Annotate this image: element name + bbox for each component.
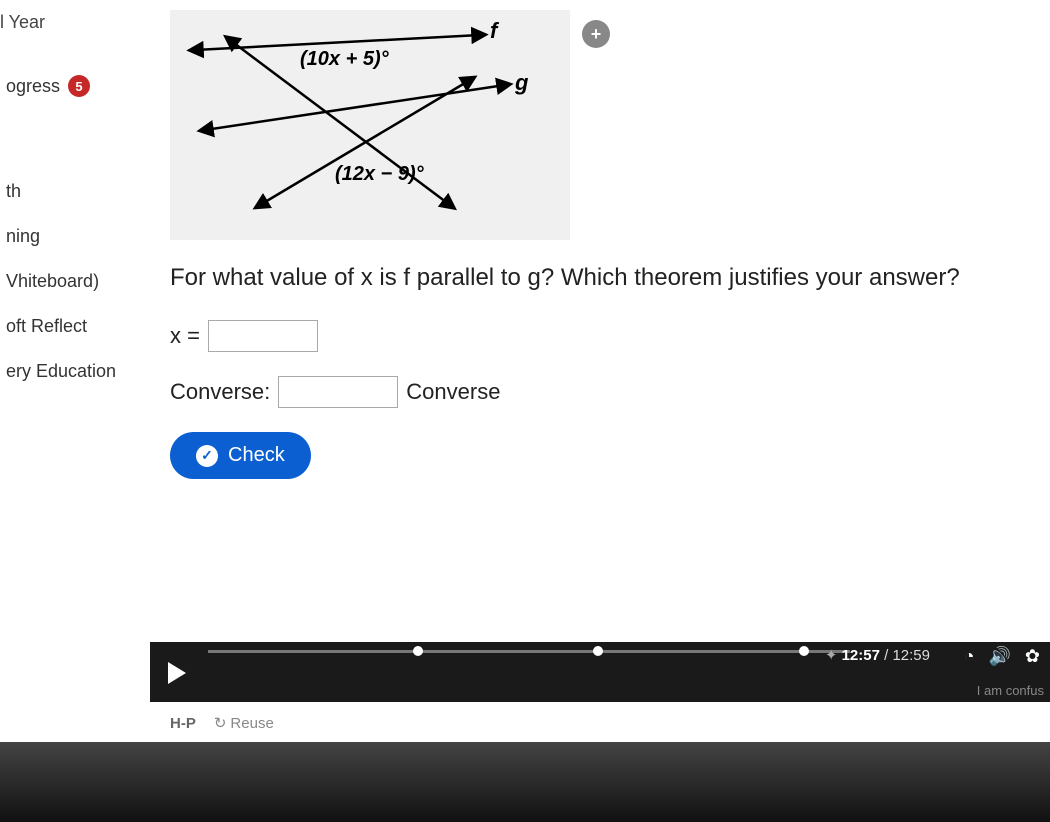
angle-bottom-label: (12x − 9)° bbox=[335, 163, 425, 185]
geometry-diagram: (10x + 5)° (12x − 9)° f g + bbox=[170, 10, 570, 240]
progress-badge: 5 bbox=[68, 75, 90, 97]
hp-label: H-P bbox=[170, 715, 196, 732]
sidebar-item-whiteboard[interactable]: Vhiteboard) bbox=[0, 259, 150, 304]
reuse-icon: ↻ bbox=[214, 714, 227, 732]
plus-icon: + bbox=[591, 24, 602, 45]
reuse-label: Reuse bbox=[230, 715, 273, 732]
converse-input[interactable] bbox=[278, 376, 398, 408]
video-marker-icon[interactable] bbox=[593, 646, 603, 656]
zoom-in-icon[interactable]: + bbox=[582, 20, 610, 48]
x-input[interactable] bbox=[208, 320, 318, 352]
sidebar-item-label: Vhiteboard) bbox=[6, 271, 99, 292]
x-label: x = bbox=[170, 323, 200, 349]
sidebar-item-education[interactable]: ery Education bbox=[0, 349, 150, 394]
video-marker-icon[interactable] bbox=[413, 646, 423, 656]
play-icon[interactable] bbox=[168, 662, 186, 684]
question-text: For what value of x is f parallel to g? … bbox=[170, 264, 1040, 292]
sidebar-item-label: ery Education bbox=[6, 361, 116, 382]
check-icon: ✓ bbox=[196, 445, 218, 467]
line-g-label: g bbox=[514, 70, 529, 95]
desk-surface bbox=[0, 742, 1050, 822]
settings-icon[interactable]: ✿ bbox=[1025, 646, 1040, 667]
check-button-label: Check bbox=[228, 444, 285, 467]
sidebar: l Year ogress 5 th ning Vhiteboard) oft … bbox=[0, 0, 150, 822]
sidebar-progress-label: ogress bbox=[6, 76, 60, 97]
volume-icon[interactable]: 🔊 bbox=[988, 646, 1010, 667]
video-current-time: 12:57 bbox=[842, 647, 880, 664]
video-player-bar: ✦ 12:57 / 12:59 ◔ 🔊 ✿ I am confus bbox=[150, 642, 1050, 702]
check-button[interactable]: ✓ Check bbox=[170, 432, 311, 479]
x-answer-row: x = bbox=[170, 320, 1040, 352]
video-progress-track[interactable] bbox=[208, 650, 850, 653]
confused-link[interactable]: I am confus bbox=[977, 683, 1044, 698]
speed-icon[interactable]: ◔ bbox=[964, 646, 975, 667]
video-time: ✦ 12:57 / 12:59 bbox=[825, 646, 930, 664]
converse-answer-row: Converse: Converse bbox=[170, 376, 1040, 408]
converse-label: Converse: bbox=[170, 379, 270, 405]
sidebar-item-reflect[interactable]: oft Reflect bbox=[0, 304, 150, 349]
sidebar-item-label: th bbox=[6, 181, 21, 202]
sidebar-item-ning[interactable]: ning bbox=[0, 214, 150, 259]
below-video-bar: H-P ↻ Reuse bbox=[170, 714, 274, 732]
sidebar-item-label: oft Reflect bbox=[6, 316, 87, 337]
video-controls: ◔ 🔊 ✿ bbox=[964, 646, 1040, 667]
sidebar-item-th[interactable]: th bbox=[0, 169, 150, 214]
video-total-time: 12:59 bbox=[892, 647, 930, 664]
converse-suffix: Converse bbox=[406, 379, 500, 405]
reuse-button[interactable]: ↻ Reuse bbox=[214, 714, 274, 732]
line-f-label: f bbox=[490, 18, 500, 43]
sidebar-year-label: l Year bbox=[0, 8, 150, 63]
sidebar-item-label: ning bbox=[6, 226, 40, 247]
video-marker-icon[interactable] bbox=[799, 646, 809, 656]
angle-top-label: (10x + 5)° bbox=[300, 48, 390, 70]
sidebar-item-progress[interactable]: ogress 5 bbox=[0, 63, 150, 109]
